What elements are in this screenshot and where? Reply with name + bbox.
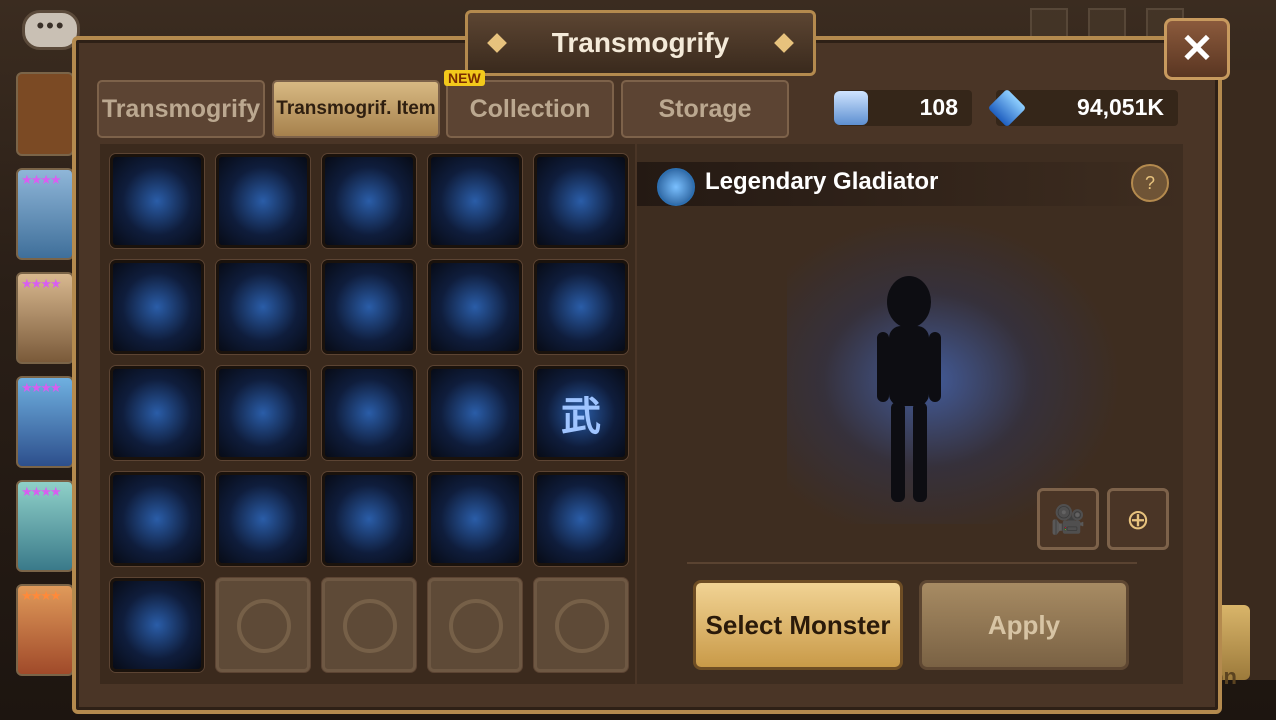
page-title: Transmogrify	[551, 27, 730, 58]
divider	[687, 562, 1137, 564]
video-camera-icon[interactable]: 🎥	[1037, 488, 1099, 550]
apply-button[interactable]: Apply	[919, 580, 1129, 670]
mystic-scroll-icon	[834, 91, 868, 125]
monster-portrait[interactable]: ★★★★	[16, 480, 74, 572]
monster-portrait[interactable]: ★★★★	[16, 376, 74, 468]
silhouette-figure	[877, 276, 941, 502]
empty-slot	[322, 578, 416, 672]
transmog-item-slot[interactable]	[216, 260, 310, 354]
transmog-item-slot[interactable]	[110, 578, 204, 672]
select-monster-button[interactable]: Select Monster	[693, 580, 903, 670]
tab-collection[interactable]: Collection	[446, 80, 614, 138]
swirl-icon	[657, 168, 695, 206]
crystal-count: 94,051K	[1077, 94, 1164, 120]
transmog-item-slot[interactable]	[534, 472, 628, 566]
transmog-item-slot[interactable]	[534, 260, 628, 354]
transmog-item-slot[interactable]: 武	[534, 366, 628, 460]
monster-portrait[interactable]: ★★★★	[16, 168, 74, 260]
transmog-item-slot[interactable]	[428, 154, 522, 248]
tab-storage[interactable]: Storage	[621, 80, 789, 138]
transmog-item-slot[interactable]	[428, 366, 522, 460]
transmog-item-slot[interactable]	[322, 154, 416, 248]
crystal-counter: 94,051K	[987, 88, 1178, 128]
transmog-item-slot[interactable]	[322, 366, 416, 460]
zoom-in-icon[interactable]: ⊕	[1107, 488, 1169, 550]
transmog-item-slot[interactable]	[428, 260, 522, 354]
empty-slot	[534, 578, 628, 672]
monster-preview	[787, 204, 1137, 524]
transmog-item-slot[interactable]	[110, 366, 204, 460]
empty-slot	[428, 578, 522, 672]
title-plate: Transmogrify	[465, 10, 816, 76]
chat-icon: •••	[36, 13, 66, 38]
ornament-icon	[487, 33, 507, 53]
monster-portrait[interactable]: ★★★★	[16, 272, 74, 364]
transmog-item-slot[interactable]	[216, 366, 310, 460]
help-button[interactable]: ?	[1131, 164, 1169, 202]
empty-slot	[216, 578, 310, 672]
transmog-item-slot[interactable]	[110, 472, 204, 566]
close-button[interactable]: ✕	[1164, 18, 1230, 80]
ornament-icon	[774, 33, 794, 53]
monster-portrait[interactable]: ★★★★	[16, 584, 74, 676]
transmog-item-slot[interactable]	[428, 472, 522, 566]
transmog-item-slot[interactable]	[322, 472, 416, 566]
transmog-item-slot[interactable]	[110, 260, 204, 354]
tab-transmogrify[interactable]: Transmogrify	[97, 80, 265, 138]
transmog-item-slot[interactable]	[216, 472, 310, 566]
tab-transmogrif-item[interactable]: Transmogrif. Item	[272, 80, 440, 138]
transmog-item-slot[interactable]	[534, 154, 628, 248]
transmog-item-slot[interactable]	[110, 154, 204, 248]
scroll-count: 108	[919, 94, 958, 120]
item-detail-panel: Legendary Gladiator ? 🎥 ⊕ Select Monster…	[637, 144, 1183, 684]
scroll-counter: 108	[834, 90, 972, 126]
new-badge: NEW	[444, 70, 485, 86]
transmog-item-slot[interactable]	[216, 154, 310, 248]
monster-portrait[interactable]	[16, 72, 74, 156]
glyph-icon: 武	[561, 395, 601, 439]
transmog-item-slot[interactable]	[322, 260, 416, 354]
item-name: Legendary Gladiator	[705, 168, 939, 195]
monster-list: ★★★★ ★★★★ ★★★★ ★★★★ ★★★★	[16, 72, 74, 688]
